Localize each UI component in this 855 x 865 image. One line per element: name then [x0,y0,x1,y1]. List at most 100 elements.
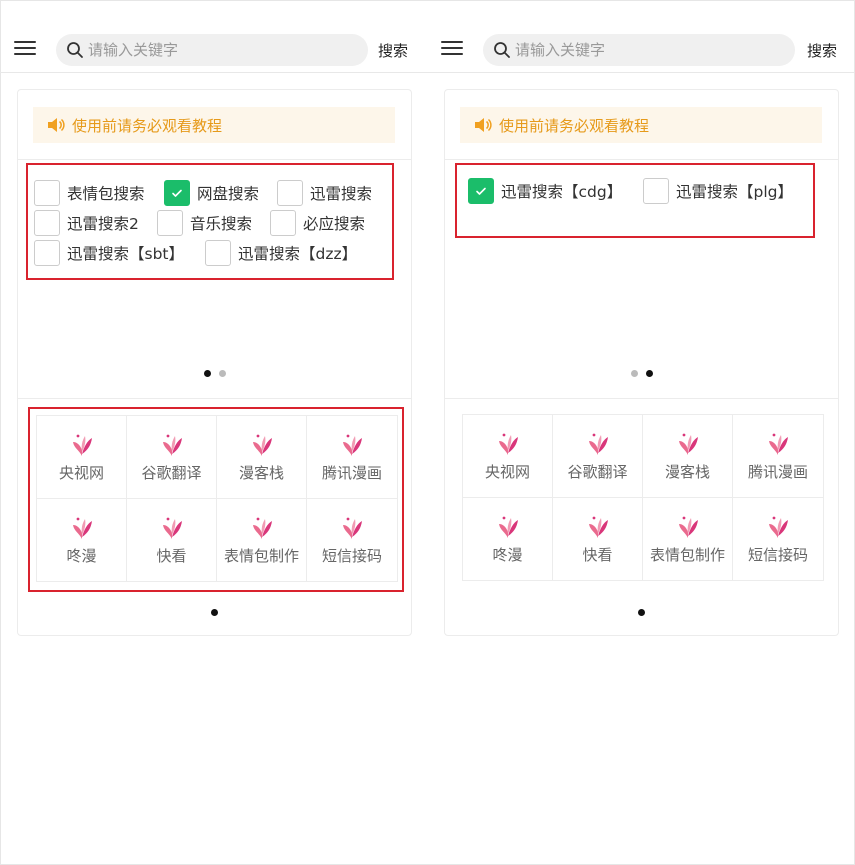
checkbox-item[interactable]: 迅雷搜索【sbt】 [34,239,184,267]
app-label: 快看 [156,546,187,565]
butterfly-icon [162,517,182,539]
pager-dot[interactable] [630,370,638,377]
app-tile[interactable]: 快看 [127,498,217,581]
app-label: 腾讯漫画 [321,464,382,482]
app-tile[interactable]: 谷歌翻译 [127,416,217,499]
speaker-icon [475,118,492,132]
checkbox[interactable] [34,210,60,236]
search-engine-checkboxes: 迅雷搜索【cdg】 迅雷搜索【plg】 [455,163,815,238]
pager-dot-active[interactable] [203,370,211,377]
butterfly-icon [162,434,182,456]
checkbox-item[interactable]: 迅雷搜索【dzz】 [205,239,357,267]
search-button[interactable]: 搜索 [807,40,837,61]
divider [445,159,838,160]
pager-dot[interactable] [218,370,226,377]
search-input[interactable] [515,38,785,62]
checkbox-label: 表情包搜索 [67,185,145,203]
app-tile[interactable]: 咚漫 [37,498,127,581]
butterfly-icon [678,516,698,538]
pager-dot-active[interactable] [645,370,653,377]
butterfly-icon [252,517,272,539]
butterfly-icon [588,516,608,538]
app-tile[interactable]: 谷歌翻译 [553,415,643,498]
app-tile[interactable]: 短信接码 [307,499,397,582]
checkbox-item[interactable]: 迅雷搜索【plg】 [643,177,793,205]
app-grid: 央视网 谷歌翻译 漫客栈 腾讯漫画 咚漫 快看 表情包制作 短信接码 [462,414,824,581]
checkmark-icon [476,187,486,195]
pager-dot-active[interactable] [638,609,645,616]
hamburger-menu-icon[interactable] [441,39,465,59]
checkbox-item[interactable]: 网盘搜索 [164,179,259,207]
hamburger-menu-icon[interactable] [14,39,38,59]
search-button[interactable]: 搜索 [378,40,408,61]
checkmark-icon [172,189,182,197]
notice-text: 使用前请务必观看教程 [499,117,650,135]
checkbox-item[interactable]: 表情包搜索 [34,179,145,207]
search-box[interactable] [483,34,795,66]
app-tile[interactable]: 表情包制作 [217,498,307,581]
app-label: 漫客栈 [238,464,284,482]
search-box[interactable] [56,34,368,66]
checkbox-item[interactable]: 迅雷搜索 [277,179,372,207]
app-label: 咚漫 [492,545,523,564]
checkbox-label: 迅雷搜索【plg】 [676,183,793,201]
notice-bar[interactable]: 使用前请务必观看教程 [33,107,395,143]
app-tile[interactable]: 漫客栈 [217,416,307,499]
app-tile[interactable]: 腾讯漫画 [307,416,397,499]
search-input[interactable] [88,38,358,62]
checkbox[interactable] [157,210,183,236]
checkbox-label: 迅雷搜索2 [67,215,139,233]
app-tile[interactable]: 咚漫 [463,497,553,580]
checkbox[interactable] [277,180,303,206]
notice-text: 使用前请务必观看教程 [72,117,223,135]
app-label: 短信接码 [747,545,808,564]
top-bar: 搜索 [427,30,854,70]
app-label: 央视网 [484,463,530,481]
app-tile[interactable]: 表情包制作 [643,497,733,580]
checkbox-label: 迅雷搜索 [310,185,373,203]
checkbox-checked[interactable] [164,180,190,206]
app-label: 短信接码 [321,546,382,565]
butterfly-icon [72,434,92,456]
checkbox[interactable] [270,210,296,236]
checkbox-item[interactable]: 必应搜索 [270,209,365,237]
butterfly-icon [252,434,272,456]
checkbox-item[interactable]: 音乐搜索 [157,209,252,237]
app-tile[interactable]: 快看 [553,497,643,580]
checkbox-label: 必应搜索 [303,215,366,233]
checkbox[interactable] [205,240,231,266]
app-tile[interactable]: 腾讯漫画 [733,415,823,498]
checkbox[interactable] [643,178,669,204]
carousel-pager [18,362,411,377]
butterfly-icon [769,516,788,538]
header-divider [427,72,854,73]
app-label: 表情包制作 [223,546,299,565]
right-panel: 搜索 使用前请务必观看教程 迅雷搜索【cdg】 迅雷搜索【plg】 央视网 [427,0,854,865]
app-tile[interactable]: 漫客栈 [643,415,733,498]
checkbox-label: 迅雷搜索【sbt】 [67,245,184,263]
checkbox[interactable] [34,240,60,266]
checkbox-checked[interactable] [468,178,494,204]
app-label: 咚漫 [66,546,97,565]
app-grid: 央视网 谷歌翻译 漫客栈 腾讯漫画 咚漫 快看 表情包制作 短信接码 [36,415,398,582]
app-label: 谷歌翻译 [141,464,202,482]
divider [18,159,411,160]
pager-dot-active[interactable] [211,609,218,616]
checkbox-label: 迅雷搜索【cdg】 [501,183,623,201]
tool-card: 使用前请务必观看教程 迅雷搜索【cdg】 迅雷搜索【plg】 央视网 谷歌翻译 … [444,89,839,636]
checkbox-label: 迅雷搜索【dzz】 [238,245,358,263]
checkbox-item[interactable]: 迅雷搜索【cdg】 [468,177,622,205]
speaker-icon [48,118,65,132]
app-tile[interactable]: 央视网 [37,416,127,499]
checkbox[interactable] [34,180,60,206]
app-tile[interactable]: 央视网 [463,415,553,498]
checkbox-item[interactable]: 迅雷搜索2 [34,209,139,237]
app-label: 谷歌翻译 [567,463,628,481]
tool-card: 使用前请务必观看教程 表情包搜索 网盘搜索 迅雷搜索 迅雷搜索2 音乐搜索 必应… [17,89,412,636]
app-tile[interactable]: 短信接码 [733,498,823,581]
app-grid-pager [18,601,411,620]
app-grid-pager [445,601,838,620]
butterfly-icon [678,433,698,455]
app-label: 快看 [582,545,613,564]
notice-bar[interactable]: 使用前请务必观看教程 [460,107,822,143]
